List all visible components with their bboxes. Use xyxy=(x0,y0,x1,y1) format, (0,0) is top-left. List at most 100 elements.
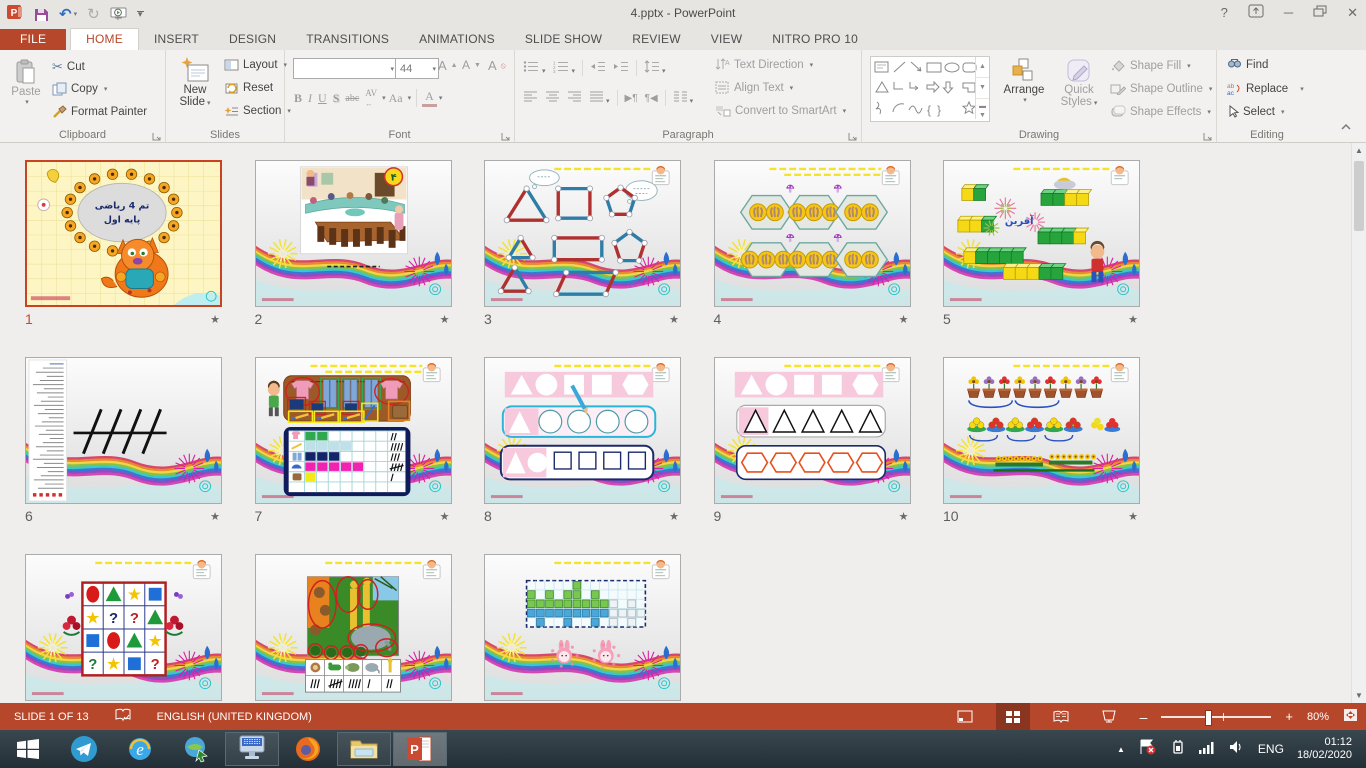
zoom-in-button[interactable]: + xyxy=(1285,709,1293,724)
columns-button[interactable]: ▾ xyxy=(673,90,694,106)
increase-indent-button[interactable] xyxy=(613,60,629,76)
vertical-scrollbar[interactable]: ▲ ▼ xyxy=(1351,143,1366,703)
slide-thumbnail-8[interactable] xyxy=(484,357,681,504)
rtl-direction-button[interactable]: ¶◀ xyxy=(645,93,658,104)
character-spacing-button[interactable]: AV↔ xyxy=(362,88,380,108)
animation-star-icon[interactable]: ★ xyxy=(669,313,679,326)
section-button[interactable]: Section▾ xyxy=(224,105,291,117)
align-left-button[interactable] xyxy=(523,90,538,106)
align-text-button[interactable]: Align Text▾ xyxy=(715,81,793,94)
shape-fill-button[interactable]: Shape Fill▾ xyxy=(1110,59,1191,72)
animation-star-icon[interactable]: ★ xyxy=(669,510,679,523)
format-painter-button[interactable]: Format Painter xyxy=(52,105,147,119)
convert-to-smartart-button[interactable]: Convert to SmartArt▾ xyxy=(715,104,846,117)
slide-thumbnail-9[interactable] xyxy=(714,357,911,504)
font-size-combo[interactable]: 44▾ xyxy=(395,58,439,79)
gallery-scroll-up[interactable]: ▲ xyxy=(976,57,989,78)
justify-button[interactable]: ▾ xyxy=(589,90,610,106)
tab-home[interactable]: HOME xyxy=(70,28,139,50)
show-hidden-icons-button[interactable]: ▲ xyxy=(1117,745,1125,754)
animation-star-icon[interactable]: ★ xyxy=(899,510,909,523)
animation-star-icon[interactable]: ★ xyxy=(210,510,220,523)
animation-star-icon[interactable]: ★ xyxy=(440,510,450,523)
scroll-down-arrow[interactable]: ▼ xyxy=(1352,688,1366,703)
shapes-gallery[interactable]: { } ▲ ▼ ▬▼ xyxy=(870,56,990,122)
slide-thumbnail-13[interactable] xyxy=(484,554,681,701)
file-explorer-icon[interactable] xyxy=(337,732,391,766)
layout-button[interactable]: Layout▾ xyxy=(224,59,287,71)
restore-button[interactable] xyxy=(1313,5,1327,20)
ltr-direction-button[interactable]: ▶¶ xyxy=(625,93,638,104)
onscreen-keyboard-icon[interactable] xyxy=(225,732,279,766)
tab-animations[interactable]: ANIMATIONS xyxy=(404,29,510,50)
slide-thumbnail-11[interactable]: ★★??★?★? xyxy=(25,554,222,701)
slide-thumbnail-3[interactable] xyxy=(484,160,681,307)
font-dialog-launcher[interactable] xyxy=(501,129,511,139)
text-shadow-button[interactable]: S xyxy=(330,91,343,106)
animation-star-icon[interactable]: ★ xyxy=(1128,313,1138,326)
select-button[interactable]: Select▾ xyxy=(1227,105,1284,118)
increase-font-size-button[interactable]: A▲ xyxy=(438,58,458,73)
font-name-combo[interactable]: ▾ xyxy=(293,58,397,79)
network-icon[interactable] xyxy=(1198,740,1216,759)
paragraph-dialog-launcher[interactable] xyxy=(848,129,858,139)
change-case-button[interactable]: Aa xyxy=(386,91,406,106)
slide-thumbnail-6[interactable] xyxy=(25,357,222,504)
slide-sorter-view-button[interactable] xyxy=(996,703,1030,730)
arrange-button[interactable]: Arrange▾ xyxy=(998,58,1050,104)
zoom-out-button[interactable]: – xyxy=(1140,709,1148,725)
language-badge[interactable]: ENG xyxy=(1258,742,1284,756)
font-color-button[interactable]: A xyxy=(422,89,437,107)
clipboard-dialog-launcher[interactable] xyxy=(152,129,162,139)
help-button[interactable]: ? xyxy=(1221,5,1228,20)
scrollbar-thumb[interactable] xyxy=(1354,161,1364,231)
slide-show-button[interactable] xyxy=(1092,703,1126,730)
tab-insert[interactable]: INSERT xyxy=(139,29,214,50)
power-icon[interactable] xyxy=(1169,739,1185,759)
new-slide-button[interactable]: New Slide▾ xyxy=(172,56,218,108)
slide-thumbnail-2[interactable]: ۴ xyxy=(255,160,452,307)
action-center-icon[interactable] xyxy=(1138,739,1156,760)
text-direction-button[interactable]: A Text Direction▾ xyxy=(715,58,813,71)
fit-to-window-button[interactable] xyxy=(1343,708,1358,725)
clear-formatting-button[interactable]: A⦸ xyxy=(488,58,506,73)
italic-button[interactable]: I xyxy=(305,91,315,106)
cut-button[interactable]: ✂Cut xyxy=(52,59,85,75)
normal-view-button[interactable] xyxy=(948,703,982,730)
language-indicator[interactable]: ENGLISH (UNITED KINGDOM) xyxy=(157,711,312,723)
tab-review[interactable]: REVIEW xyxy=(617,29,696,50)
slide-thumbnail-10[interactable] xyxy=(943,357,1140,504)
bold-button[interactable]: B xyxy=(291,91,305,106)
paste-button[interactable]: Paste▾ xyxy=(6,58,46,106)
slide-sorter-canvas[interactable]: تم 4 ریاضیپایه اول 1★ ۴ 2★ 3★4★آفرین5★6★… xyxy=(0,143,1352,703)
scroll-up-arrow[interactable]: ▲ xyxy=(1352,143,1366,158)
zoom-slider[interactable] xyxy=(1161,716,1271,718)
line-spacing-button[interactable]: ▾ xyxy=(644,60,666,76)
drawing-dialog-launcher[interactable] xyxy=(1203,129,1213,139)
tab-slide-show[interactable]: SLIDE SHOW xyxy=(510,29,617,50)
clock[interactable]: 01:1218/02/2020 xyxy=(1297,736,1356,762)
firefox-icon[interactable] xyxy=(280,730,336,768)
shape-effects-button[interactable]: Shape Effects▾ xyxy=(1110,105,1211,118)
tab-view[interactable]: VIEW xyxy=(696,29,757,50)
decrease-font-size-button[interactable]: A▼ xyxy=(462,58,481,72)
slide-thumbnail-4[interactable] xyxy=(714,160,911,307)
tab-transitions[interactable]: TRANSITIONS xyxy=(291,29,404,50)
zoom-percentage[interactable]: 80% xyxy=(1307,711,1329,723)
start-button[interactable] xyxy=(0,730,56,768)
slide-thumbnail-12[interactable] xyxy=(255,554,452,701)
internet-explorer-icon[interactable]: e xyxy=(112,730,168,768)
animation-star-icon[interactable]: ★ xyxy=(440,313,450,326)
telegram-icon[interactable] xyxy=(56,730,112,768)
quick-styles-button[interactable]: Quick Styles▾ xyxy=(1054,58,1104,108)
tab-file[interactable]: FILE xyxy=(0,29,66,50)
replace-button[interactable]: abac Replace▾ xyxy=(1227,82,1304,95)
align-center-button[interactable] xyxy=(545,90,560,106)
bullets-button[interactable]: ▾ xyxy=(523,60,546,76)
find-button[interactable]: Find xyxy=(1227,59,1268,71)
numbering-button[interactable]: 123▾ xyxy=(553,60,576,76)
gallery-more[interactable]: ▬▼ xyxy=(976,99,989,122)
slide-thumbnail-1[interactable]: تم 4 ریاضیپایه اول xyxy=(25,160,222,307)
slide-thumbnail-5[interactable]: آفرین xyxy=(943,160,1140,307)
powerpoint-taskbar-icon[interactable]: P xyxy=(393,732,447,766)
